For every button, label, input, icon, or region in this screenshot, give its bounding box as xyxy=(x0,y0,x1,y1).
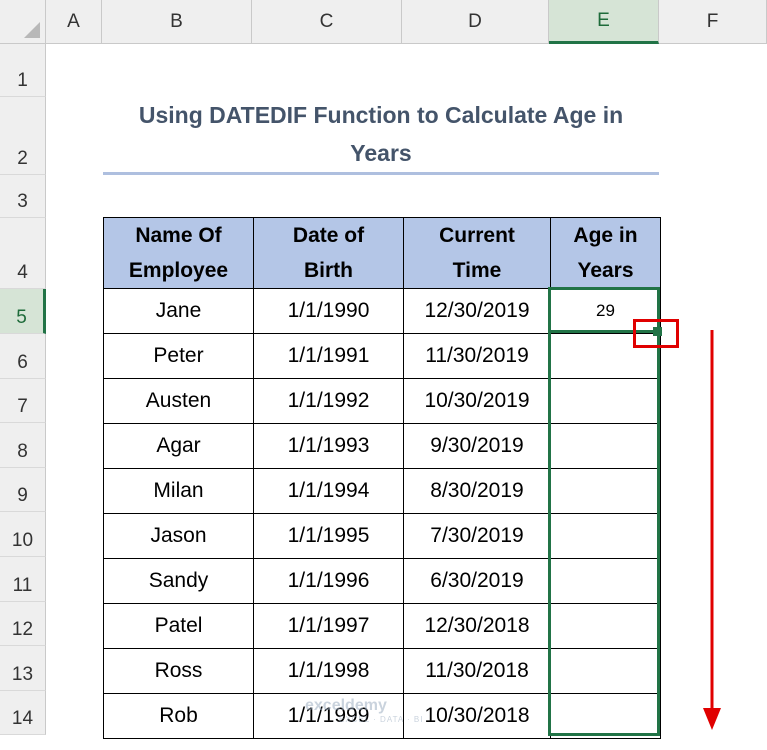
row-header-3[interactable]: 3 xyxy=(0,175,46,218)
dob-cell[interactable]: 1/1/1998 xyxy=(253,648,404,694)
row-header-6[interactable]: 6 xyxy=(0,334,46,379)
current-time-cell[interactable]: 6/30/2019 xyxy=(403,558,551,604)
dob-cell[interactable]: 1/1/1990 xyxy=(253,288,404,334)
column-header-c[interactable]: C xyxy=(252,0,402,44)
name-cell[interactable]: Austen xyxy=(103,378,254,424)
row-header-9[interactable]: 9 xyxy=(0,468,46,512)
name-cell[interactable]: Patel xyxy=(103,603,254,649)
sheet-title-line-1: Using DATEDIF Function to Calculate Age … xyxy=(138,102,624,128)
row-header-8[interactable]: 8 xyxy=(0,423,46,468)
row-header-10[interactable]: 10 xyxy=(0,512,46,557)
fill-handle-highlight-box xyxy=(633,319,679,348)
name-cell[interactable]: Jane xyxy=(103,288,254,334)
current-time-cell[interactable]: 10/30/2019 xyxy=(403,378,551,424)
current-time-cell[interactable]: 12/30/2018 xyxy=(403,603,551,649)
watermark-logo: exceldemy EXCEL · DATA · BI xyxy=(305,697,424,724)
dob-cell[interactable]: 1/1/1993 xyxy=(253,423,404,469)
current-time-cell[interactable]: 8/30/2019 xyxy=(403,468,551,514)
column-header-b[interactable]: B xyxy=(102,0,252,44)
column-header-e[interactable]: E xyxy=(549,0,659,44)
row-header-2[interactable]: 2 xyxy=(0,97,46,175)
column-header-a[interactable]: A xyxy=(46,0,102,44)
row-header-5[interactable]: 5 xyxy=(0,289,46,334)
drag-down-arrow-icon xyxy=(703,330,721,730)
header-date-of-birth[interactable]: Date of Birth xyxy=(253,217,404,289)
dob-cell[interactable]: 1/1/1996 xyxy=(253,558,404,604)
name-cell[interactable]: Sandy xyxy=(103,558,254,604)
title-underline xyxy=(103,172,659,175)
current-time-cell[interactable]: 11/30/2018 xyxy=(403,648,551,694)
name-cell[interactable]: Peter xyxy=(103,333,254,379)
sheet-title-line-2: Years xyxy=(350,140,412,166)
name-cell[interactable]: Rob xyxy=(103,693,254,739)
name-cell[interactable]: Jason xyxy=(103,513,254,559)
dob-cell[interactable]: 1/1/1994 xyxy=(253,468,404,514)
dob-cell[interactable]: 1/1/1995 xyxy=(253,513,404,559)
current-time-cell[interactable]: 12/30/2019 xyxy=(403,288,551,334)
dob-cell[interactable]: 1/1/1992 xyxy=(253,378,404,424)
row-header-11[interactable]: 11 xyxy=(0,557,46,602)
selected-range-outline xyxy=(548,287,660,736)
dob-cell[interactable]: 1/1/1991 xyxy=(253,333,404,379)
current-time-cell[interactable]: 7/30/2019 xyxy=(403,513,551,559)
select-all-button[interactable] xyxy=(0,0,46,44)
row-header-14[interactable]: 14 xyxy=(0,691,46,735)
current-time-cell[interactable]: 11/30/2019 xyxy=(403,333,551,379)
row-header-12[interactable]: 12 xyxy=(0,602,46,646)
table-header-row: Name Of Employee Date of Birth Current Time… xyxy=(103,217,661,289)
column-header-d[interactable]: D xyxy=(402,0,549,44)
current-time-cell[interactable]: 9/30/2019 xyxy=(403,423,551,469)
name-cell[interactable]: Milan xyxy=(103,468,254,514)
header-current-time[interactable]: Current Time xyxy=(403,217,551,289)
header-age-in-years[interactable]: Age in Years xyxy=(550,217,661,289)
column-header-f[interactable]: F xyxy=(659,0,767,44)
row-header-7[interactable]: 7 xyxy=(0,379,46,423)
dob-cell[interactable]: 1/1/1997 xyxy=(253,603,404,649)
current-time-cell[interactable]: 10/30/2018 xyxy=(403,693,551,739)
header-name-of-employee[interactable]: Name Of Employee xyxy=(103,217,254,289)
name-cell[interactable]: Agar xyxy=(103,423,254,469)
row-header-1[interactable]: 1 xyxy=(0,44,46,97)
name-cell[interactable]: Ross xyxy=(103,648,254,694)
row-header-4[interactable]: 4 xyxy=(0,218,46,289)
row-header-13[interactable]: 13 xyxy=(0,646,46,691)
